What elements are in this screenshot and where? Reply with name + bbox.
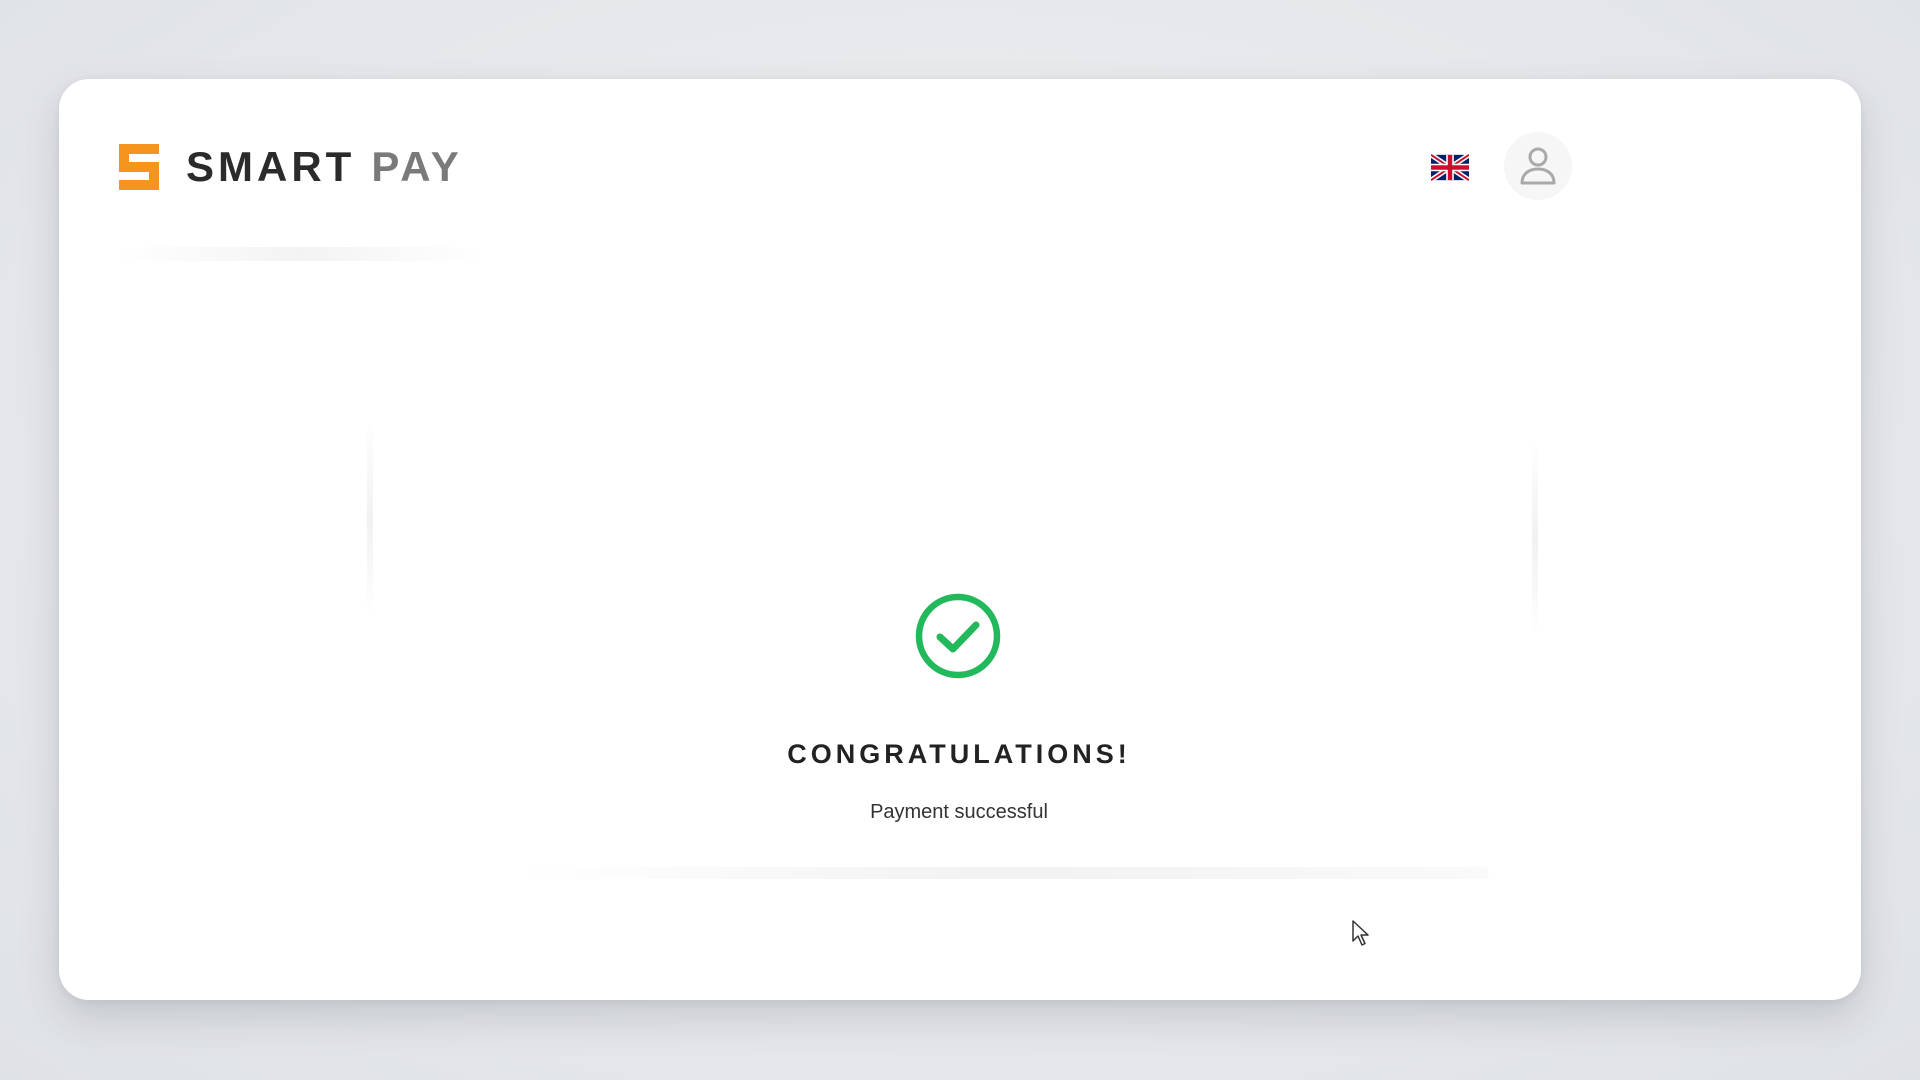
faded-panel-edge-right <box>1532 439 1538 639</box>
smartpay-logo-mark-icon <box>119 144 159 190</box>
mouse-pointer-icon <box>1352 920 1369 946</box>
check-circle-icon <box>915 593 1001 679</box>
success-message: Payment successful <box>870 801 1048 823</box>
payment-window: SMART PAY CONGRATULATIONS! Payment succes… <box>59 79 1861 1000</box>
faded-placeholder-bar <box>117 247 487 261</box>
uk-flag-icon[interactable] <box>1431 154 1469 181</box>
logo-word-smart: SMART <box>186 143 356 190</box>
faded-panel-edge-left <box>367 419 373 619</box>
smartpay-logo: SMART PAY <box>119 143 463 191</box>
user-icon <box>1520 147 1556 185</box>
faded-panel-edge-bottom <box>519 867 1489 879</box>
logo-word-pay: PAY <box>371 143 463 190</box>
user-menu-button[interactable] <box>1504 132 1572 200</box>
success-title: CONGRATULATIONS! <box>787 739 1131 769</box>
logo-wordmark: SMART PAY <box>186 146 463 188</box>
